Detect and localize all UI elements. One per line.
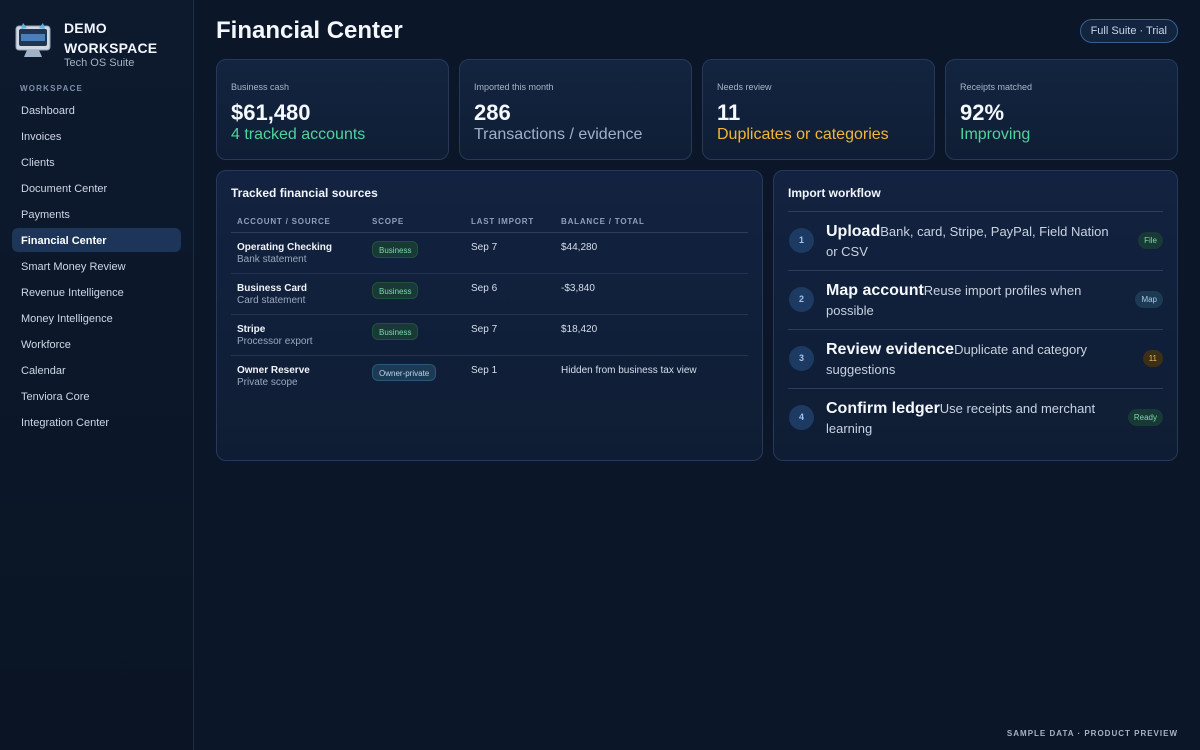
account-name: Operating Checking	[237, 242, 333, 253]
balance: -$3,840	[561, 283, 595, 294]
last-import: Sep 1	[471, 365, 498, 376]
sidebar-item-dashboard[interactable]: Dashboard	[12, 98, 181, 122]
sources-table: ACCOUNT / SOURCE SCOPE LAST IMPORT BALAN…	[231, 211, 748, 397]
stat-value: 286	[474, 100, 511, 125]
sidebar-item-clients[interactable]: Clients	[12, 150, 181, 174]
step-number: 4	[789, 405, 814, 430]
table-row[interactable]: Operating Checking Bank statement Busine…	[231, 233, 748, 274]
account-name: Owner Reserve	[237, 365, 310, 376]
stat-subtext: Transactions / evidence	[474, 126, 643, 143]
sidebar-item-workforce[interactable]: Workforce	[12, 332, 181, 356]
sidebar-item-revenue-intelligence[interactable]: Revenue Intelligence	[12, 280, 181, 304]
step-tag: Ready	[1127, 409, 1163, 426]
stat-card-receipts-matched: Receipts matched 92% Improving	[945, 59, 1178, 160]
stat-label: Receipts matched	[960, 82, 1033, 92]
column-header: LAST IMPORT	[471, 217, 535, 226]
workflow-panel-title: Import workflow	[788, 186, 881, 200]
step-count-badge: 11	[1142, 350, 1163, 367]
sidebar-item-tenviora-core[interactable]: Tenviora Core	[12, 384, 181, 408]
balance: Hidden from business tax view	[561, 365, 697, 376]
sidebar-item-payments[interactable]: Payments	[12, 202, 181, 226]
step-text: UploadBank, card, Stripe, PayPal, Field …	[826, 222, 1121, 262]
balance: $18,420	[561, 324, 598, 335]
account-name: Stripe	[237, 324, 266, 335]
sidebar: DEMO WORKSPACE Tech OS Suite WORKSPACE D…	[0, 0, 194, 750]
sources-panel-title: Tracked financial sources	[231, 186, 378, 200]
step-number: 1	[789, 228, 814, 253]
table-header: ACCOUNT / SOURCE SCOPE LAST IMPORT BALAN…	[231, 211, 748, 233]
account-source: Bank statement	[237, 254, 307, 265]
plan-badge[interactable]: Full Suite · Trial	[1079, 19, 1178, 43]
nav-section-heading: WORKSPACE	[20, 84, 84, 93]
sidebar-item-integration-center[interactable]: Integration Center	[12, 410, 181, 434]
step-title: Upload	[826, 223, 881, 240]
stat-value: 11	[717, 100, 741, 125]
step-number: 2	[789, 287, 814, 312]
scope-badge: Owner-private	[372, 364, 437, 381]
workflow-steps: 1 UploadBank, card, Stripe, PayPal, Fiel…	[788, 211, 1163, 447]
account-source: Private scope	[237, 377, 298, 388]
brand-name: DEMO WORKSPACE	[64, 20, 158, 56]
balance: $44,280	[561, 242, 598, 253]
scope-badge: Business	[372, 282, 419, 299]
table-row[interactable]: Owner Reserve Private scope Owner-privat…	[231, 356, 748, 397]
sidebar-nav: Dashboard Invoices Clients Document Cent…	[12, 98, 181, 436]
stats-row: Business cash $61,480 4 tracked accounts…	[216, 59, 1178, 160]
column-header: ACCOUNT / SOURCE	[237, 217, 331, 226]
workflow-step-map-account[interactable]: 2 Map accountReuse import profiles when …	[788, 270, 1163, 329]
step-title: Confirm ledger	[826, 400, 940, 417]
sidebar-item-invoices[interactable]: Invoices	[12, 124, 181, 148]
step-text: Review evidenceDuplicate and category su…	[826, 340, 1121, 380]
page-title: Financial Center	[216, 17, 403, 44]
last-import: Sep 7	[471, 324, 498, 335]
stat-card-needs-review: Needs review 11 Duplicates or categories	[702, 59, 935, 160]
stat-subtext: 4 tracked accounts	[231, 126, 366, 143]
sources-panel: Tracked financial sources ACCOUNT / SOUR…	[216, 170, 763, 461]
main-content: Financial Center Full Suite · Trial Busi…	[216, 0, 1178, 750]
column-header: SCOPE	[372, 217, 405, 226]
workflow-step-review-evidence[interactable]: 3 Review evidenceDuplicate and category …	[788, 329, 1163, 388]
brand-subtitle: Tech OS Suite	[64, 57, 135, 69]
stat-card-business-cash: Business cash $61,480 4 tracked accounts	[216, 59, 449, 160]
brand[interactable]: DEMO WORKSPACE Tech OS Suite	[14, 18, 184, 70]
workflow-step-confirm-ledger[interactable]: 4 Confirm ledgerUse receipts and merchan…	[788, 388, 1163, 447]
step-text: Map accountReuse import profiles when po…	[826, 281, 1121, 321]
step-title: Review evidence	[826, 341, 955, 358]
stat-label: Imported this month	[474, 82, 554, 92]
column-header: BALANCE / TOTAL	[561, 217, 645, 226]
stat-label: Needs review	[717, 82, 772, 92]
step-text: Confirm ledgerUse receipts and merchant …	[826, 399, 1121, 439]
footer-note: SAMPLE DATA · PRODUCT PREVIEW	[1006, 729, 1178, 738]
account-name: Business Card	[237, 283, 308, 294]
table-row[interactable]: Business Card Card statement Business Se…	[231, 274, 748, 315]
table-row[interactable]: Stripe Processor export Business Sep 7 $…	[231, 315, 748, 356]
last-import: Sep 7	[471, 242, 498, 253]
stat-value: $61,480	[231, 100, 311, 125]
account-source: Card statement	[237, 295, 306, 306]
sidebar-item-financial-center[interactable]: Financial Center	[12, 228, 181, 252]
sidebar-item-calendar[interactable]: Calendar	[12, 358, 181, 382]
workflow-panel: Import workflow 1 UploadBank, card, Stri…	[773, 170, 1178, 461]
sidebar-item-smart-money-review[interactable]: Smart Money Review	[12, 254, 181, 278]
stat-label: Business cash	[231, 82, 290, 92]
stat-subtext: Improving	[960, 126, 1031, 143]
step-number: 3	[789, 346, 814, 371]
last-import: Sep 6	[471, 283, 498, 294]
sidebar-item-money-intelligence[interactable]: Money Intelligence	[12, 306, 181, 330]
sidebar-item-document-center[interactable]: Document Center	[12, 176, 181, 200]
stat-value: 92%	[960, 100, 1005, 125]
stat-card-imported: Imported this month 286 Transactions / e…	[459, 59, 692, 160]
step-title: Map account	[826, 282, 924, 299]
step-tag: Map	[1135, 291, 1163, 308]
scope-badge: Business	[372, 241, 419, 258]
step-tag: File	[1138, 232, 1163, 249]
account-source: Processor export	[237, 336, 313, 347]
workflow-step-upload[interactable]: 1 UploadBank, card, Stripe, PayPal, Fiel…	[788, 211, 1163, 270]
scope-badge: Business	[372, 323, 419, 340]
monitor-mascot-logo-icon	[15, 23, 51, 57]
stat-subtext: Duplicates or categories	[717, 126, 889, 143]
